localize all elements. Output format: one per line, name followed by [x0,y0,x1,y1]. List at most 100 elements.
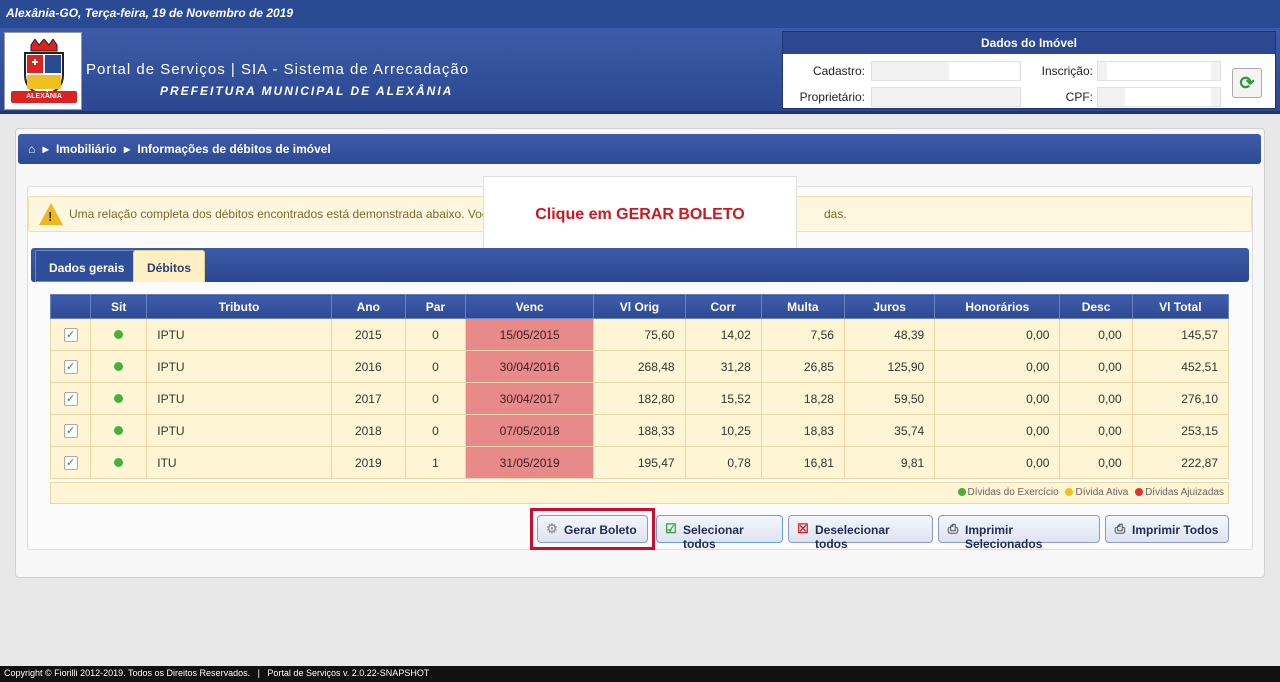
par-cell: 1 [404,446,467,479]
ano-cell: 2017 [330,382,406,415]
property-row-2: Proprietário: CPF: [783,84,1275,110]
corr-cell: 10,25 [684,414,762,447]
refresh-button[interactable]: ⟳ [1232,68,1262,98]
vl-orig-cell: 182,80 [593,382,686,415]
col-tributo: Tributo [146,294,332,319]
legend-exercicio: Dívidas do Exercício [967,487,1059,498]
honorarios-cell: 0,00 [934,318,1061,351]
footer: Copyright © Fiorilli 2012-2019. Todos os… [0,666,1280,682]
property-info-box: Dados do Imóvel Cadastro: Inscrição: Pro… [782,31,1276,109]
alert-text: Uma relação completa dos débitos encontr… [69,207,488,221]
honorarios-cell: 0,00 [934,414,1061,447]
tributo-cell: IPTU [146,318,332,351]
debts-table: Sit Tributo Ano Par Venc Vl Orig Corr Mu… [49,294,1230,479]
col-vl-orig: Vl Orig [593,294,686,319]
deselect-all-icon: ☒ [797,521,809,536]
par-cell: 0 [404,318,467,351]
warning-icon [39,203,63,225]
tributo-cell: ITU [146,446,332,479]
desc-cell: 0,00 [1059,350,1133,383]
vl-orig-cell: 195,47 [593,446,686,479]
yellow-dot-icon [1065,488,1074,496]
portal-subtitle: PREFEITURA MUNICIPAL DE ALEXÂNIA [160,84,454,98]
row-checkbox-cell[interactable]: ✓ [49,350,92,383]
venc-cell: 07/05/2018 [465,414,595,447]
tab-debitos[interactable]: Débitos [133,250,206,282]
multa-cell: 18,83 [760,414,845,447]
checkbox-checked-icon[interactable]: ✓ [63,328,78,342]
legend-ajuizadas: Dívidas Ajuizadas [1145,487,1224,498]
honorarios-cell: 0,00 [934,446,1061,479]
deselecionar-todos-button[interactable]: ☒ Deselecionar todos [788,515,933,551]
imprimir-selecionados-label: Imprimir Selecionados [965,523,1043,551]
row-checkbox-cell[interactable]: ✓ [49,382,92,415]
imprimir-todos-label: Imprimir Todos [1132,523,1219,537]
table-row[interactable]: ✓ ITU 2019 1 31/05/2019 195,47 0,78 16,8… [49,446,1230,479]
ano-cell: 2019 [330,446,406,479]
col-honorarios: Honorários [934,294,1061,319]
ano-cell: 2018 [330,414,406,447]
vl-orig-cell: 268,48 [593,350,686,383]
printer-icon: ⎙ [1114,521,1126,536]
row-checkbox-cell[interactable]: ✓ [49,414,92,447]
col-desc: Desc [1059,294,1133,319]
inscricao-label: Inscrição: [1041,64,1093,78]
status-dot-icon [114,393,124,403]
corr-cell: 0,78 [684,446,762,479]
col-juros: Juros [843,294,936,319]
checkbox-checked-icon[interactable]: ✓ [63,424,78,438]
corr-cell: 15,52 [684,382,762,415]
vl-orig-cell: 75,60 [593,318,686,351]
vl-total-cell: 452,51 [1131,350,1230,383]
vl-orig-cell: 188,33 [593,414,686,447]
imprimir-todos-button[interactable]: ⎙ Imprimir Todos [1105,515,1229,543]
venc-cell: 31/05/2019 [465,446,595,479]
breadcrumb-current: Informações de débitos de imóvel [137,142,331,156]
situation-cell [90,414,148,447]
vl-total-cell: 145,57 [1131,318,1230,351]
juros-cell: 35,74 [843,414,936,447]
honorarios-cell: 0,00 [934,382,1061,415]
venc-cell: 30/04/2016 [465,350,595,383]
select-all-icon: ☑ [665,521,677,536]
status-dot-icon [114,425,124,435]
venc-cell: 15/05/2015 [465,318,595,351]
par-cell: 0 [404,414,467,447]
situation-cell [90,318,148,351]
vl-total-cell: 276,10 [1131,382,1230,415]
juros-cell: 125,90 [843,350,936,383]
checkbox-checked-icon[interactable]: ✓ [63,360,78,374]
checkbox-checked-icon[interactable]: ✓ [63,456,78,470]
row-checkbox-cell[interactable]: ✓ [49,318,92,351]
table-row[interactable]: ✓ IPTU 2017 0 30/04/2017 182,80 15,52 18… [49,382,1230,415]
legend-ativa: Dívida Ativa [1075,487,1129,498]
status-dot-icon [114,361,124,371]
table-row[interactable]: ✓ IPTU 2015 0 15/05/2015 75,60 14,02 7,5… [49,318,1230,351]
col-select [49,294,92,319]
imprimir-selecionados-button[interactable]: ⎙ Imprimir Selecionados [938,515,1100,551]
status-legend: Dívidas do Exercício Dívida Ativa Dívida… [50,482,1229,504]
inscricao-value [1107,62,1211,80]
home-icon[interactable]: ⌂ [28,142,35,156]
property-info-title: Dados do Imóvel [783,32,1275,54]
honorarios-cell: 0,00 [934,350,1061,383]
selecionar-todos-button[interactable]: ☑ Selecionar todos [656,515,783,551]
ano-cell: 2016 [330,350,406,383]
desc-cell: 0,00 [1059,414,1133,447]
refresh-icon: ⟳ [1239,73,1255,93]
multa-cell: 16,81 [760,446,845,479]
table-row[interactable]: ✓ IPTU 2016 0 30/04/2016 268,48 31,28 26… [49,350,1230,383]
checkbox-checked-icon[interactable]: ✓ [63,392,78,406]
alert-text-tail: das. [824,207,847,221]
breadcrumb-imobiliario[interactable]: Imobiliário [56,142,117,156]
juros-cell: 48,39 [843,318,936,351]
row-checkbox-cell[interactable]: ✓ [49,446,92,479]
juros-cell: 59,50 [843,382,936,415]
col-sit: Sit [90,294,148,319]
tab-dados-gerais[interactable]: Dados gerais [35,250,139,282]
table-row[interactable]: ✓ IPTU 2018 0 07/05/2018 188,33 10,25 18… [49,414,1230,447]
tabs-bar: Dados gerais Débitos [31,248,1249,282]
desc-cell: 0,00 [1059,382,1133,415]
gerar-boleto-highlight [530,508,655,550]
multa-cell: 18,28 [760,382,845,415]
